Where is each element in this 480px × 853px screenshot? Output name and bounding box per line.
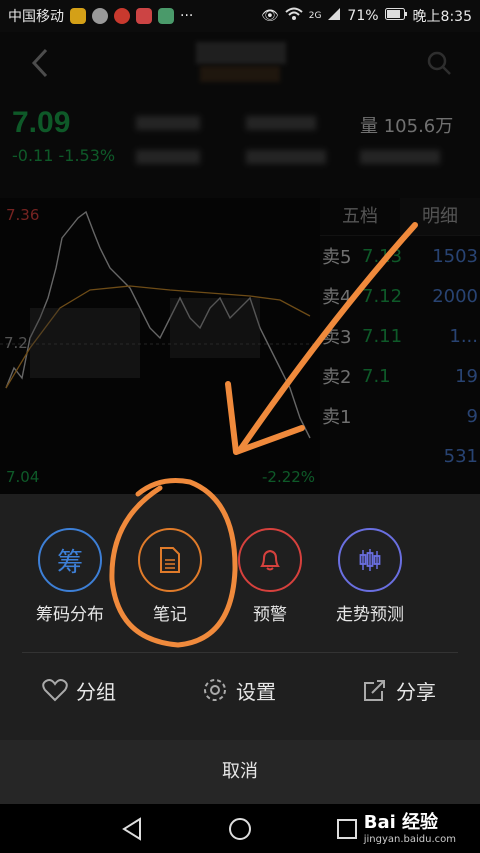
chip-distribution-icon: 筹 [38,528,102,592]
baidu-watermark: Bai 经验 jingyan.baidu.com [364,808,456,845]
group-button[interactable]: 分组 [42,662,116,718]
more-notifications: ··· [180,8,194,24]
heart-icon [42,679,68,702]
secondary-actions: 分组 设置 分享 [0,662,480,718]
weibo-icon [114,8,130,24]
bell-icon [238,528,302,592]
candlestick-icon [338,528,402,592]
system-nav-bar: Bai 经验 jingyan.baidu.com [0,804,480,853]
watermark-url: jingyan.baidu.com [363,834,456,845]
chip-distribution-button[interactable]: 筹 筹码分布 [20,528,120,625]
square-recents-icon [337,819,357,839]
status-bar: 中国移动 ··· 👁 2G 71% 晚上8:35 [0,0,480,32]
note-button[interactable]: 笔记 [120,528,220,625]
chip-glyph: 筹 [56,547,83,578]
clock: 晚上8:35 [412,9,472,25]
action-label: 笔记 [153,605,187,625]
wifi-icon [285,7,303,25]
nav-recents-button[interactable] [334,816,360,842]
cancel-button[interactable]: 取消 [0,740,480,804]
action-label: 预警 [253,605,287,625]
signal-icon [327,7,341,25]
nav-back-button[interactable] [120,816,146,842]
trend-forecast-button[interactable]: 走势预测 [320,528,420,625]
app-notification-icon [92,8,108,24]
home-circle-icon [229,818,251,840]
share-label: 分享 [396,679,436,704]
carrier-label: 中国移动 [8,9,64,25]
gear-icon [204,679,226,701]
watermark-brand: Bai 经验 [363,812,439,833]
settings-button[interactable]: 设置 [202,662,276,718]
action-sheet: 筹 筹码分布 笔记 预警 走势预测 分组 设置 分享 取消 [0,494,480,804]
settings-label: 设置 [236,679,276,704]
action-grid: 筹 筹码分布 笔记 预警 走势预测 [0,528,480,628]
app-notification-icon [158,8,174,24]
eye-icon: 👁 [260,8,279,24]
action-label: 走势预测 [336,605,404,625]
alert-button[interactable]: 预警 [220,528,320,625]
nav-home-button[interactable] [227,816,253,842]
divider [22,652,458,653]
share-button[interactable]: 分享 [362,662,436,718]
share-icon [364,680,385,701]
network-badge: 2G [308,11,322,21]
group-label: 分组 [76,679,116,704]
app-notification-icon [70,8,86,24]
modal-backdrop[interactable] [0,32,480,494]
triangle-back-icon [122,817,141,841]
note-icon [138,528,202,592]
battery-icon [384,8,407,24]
action-label: 筹码分布 [36,605,104,625]
battery-level: 71% [347,8,379,24]
app-notification-icon [136,8,152,24]
